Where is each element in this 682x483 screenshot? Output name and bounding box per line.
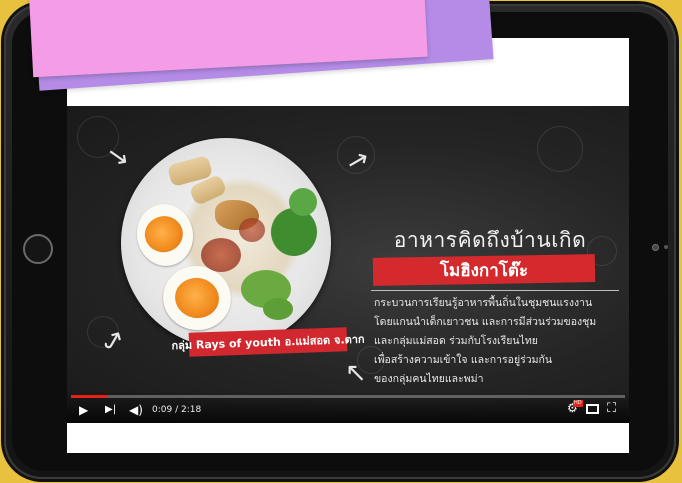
video-player[interactable]: → → ↪ → กลุ่ม Rays of youth อ.แม่สอด จ.ต…: [67, 106, 629, 423]
food-plate-image: [121, 138, 331, 348]
video-description: กระบวนการเรียนรู้อาหารพื้นถิ่นในชุมชนแรง…: [374, 294, 626, 389]
video-title-line2: โมฮิงกาโต๊ะ: [439, 261, 529, 281]
miniplayer-icon[interactable]: [586, 404, 599, 414]
divider: [371, 290, 619, 291]
description-line: เพื่อสร้างความเข้าใจ และการอยู่ร่วมกัน: [374, 354, 553, 366]
arrow-decoration-icon: ↪: [95, 324, 133, 358]
settings-icon[interactable]: ⚙ HD: [567, 400, 583, 414]
doodle-decoration: [537, 126, 583, 172]
video-title-line1: อาหารคิดถึงบ้านเกิด: [393, 228, 587, 252]
camera-icon: [652, 244, 674, 252]
tablet-screen: → → ↪ → กลุ่ม Rays of youth อ.แม่สอด จ.ต…: [67, 38, 629, 453]
fullscreen-icon[interactable]: ⛶: [607, 401, 616, 416]
peas: [263, 298, 293, 320]
group-tag-label: กลุ่ม Rays of youth อ.แม่สอด จ.ตาก: [171, 327, 365, 357]
hd-badge: HD: [573, 400, 583, 407]
volume-icon[interactable]: ◀): [129, 403, 143, 417]
progress-bar[interactable]: [71, 395, 625, 398]
player-controls: ▶ ▶| ◀) 0:09 / 2:18 ⚙ HD ⛶: [67, 391, 629, 423]
home-button[interactable]: [23, 234, 53, 264]
play-icon[interactable]: ▶: [79, 403, 88, 417]
description-line: กระบวนการเรียนรู้อาหารพื้นถิ่นในชุมชนแรง…: [374, 297, 593, 309]
description-line: ของกลุ่มคนไทยและพม่า: [374, 373, 484, 385]
chili-flakes: [201, 238, 241, 272]
chili-flakes: [239, 218, 265, 242]
time-display: 0:09 / 2:18: [152, 405, 202, 415]
description-line: และกลุ่มแม่สอด ร่วมกับโรงเรียนไทย: [374, 335, 538, 347]
progress-fill: [71, 395, 107, 398]
herbs: [289, 188, 317, 216]
next-icon[interactable]: ▶|: [105, 404, 116, 415]
herbs: [271, 208, 317, 256]
description-line: โดยแกนนำเด็กเยาวชน และการมีส่วนร่วมของชุ…: [374, 316, 597, 328]
